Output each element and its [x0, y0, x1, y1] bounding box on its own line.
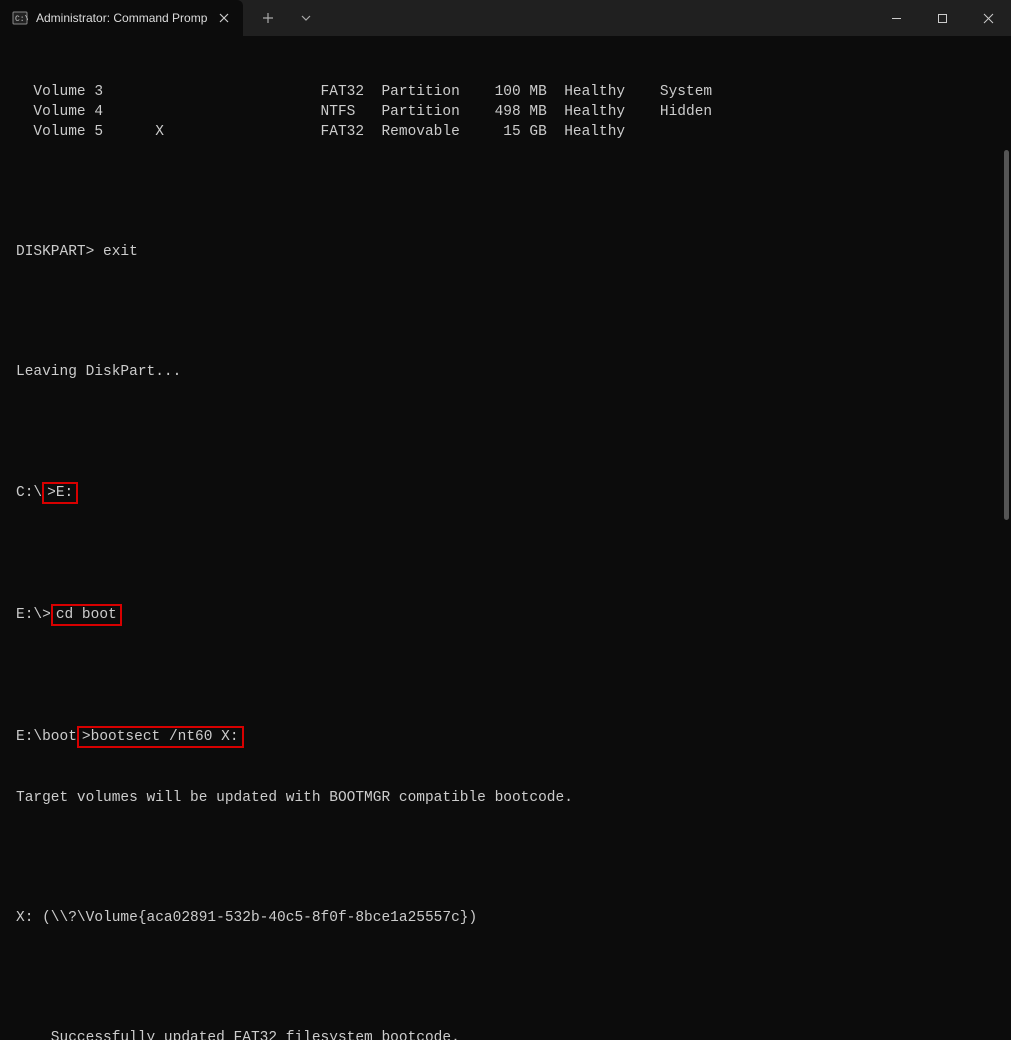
- success-fat32-line: Successfully updated FAT32 filesystem bo…: [16, 1028, 995, 1040]
- titlebar: C:\ Administrator: Command Promp: [0, 0, 1011, 36]
- cmd-icon: C:\: [12, 10, 28, 26]
- leaving-diskpart: Leaving DiskPart...: [16, 362, 995, 382]
- bootsect-line: E:\boot>bootsect /nt60 X:: [16, 726, 995, 748]
- terminal-tab[interactable]: C:\ Administrator: Command Promp: [0, 0, 243, 36]
- maximize-button[interactable]: [919, 0, 965, 36]
- new-tab-button[interactable]: [251, 1, 285, 35]
- volume-guid-line: X: (\\?\Volume{aca02891-532b-40c5-8f0f-8…: [16, 908, 995, 928]
- scrollbar-thumb[interactable]: [1004, 150, 1009, 520]
- diskpart-exit: DISKPART> exit: [16, 242, 995, 262]
- svg-text:C:\: C:\: [15, 15, 28, 24]
- tab-actions: [243, 0, 323, 36]
- volume-row: Volume 4 NTFS Partition 498 MB Healthy H…: [16, 102, 995, 122]
- tab-title: Administrator: Command Promp: [36, 11, 207, 25]
- tab-dropdown-button[interactable]: [289, 1, 323, 35]
- e-prompt-line: E:\>cd boot: [16, 604, 995, 626]
- window-controls: [873, 0, 1011, 36]
- highlight-bootsect: >bootsect /nt60 X:: [77, 726, 244, 748]
- volume-row: Volume 3 FAT32 Partition 100 MB Healthy …: [16, 82, 995, 102]
- c-prompt-line: C:\>E:: [16, 482, 995, 504]
- tab-close-button[interactable]: [215, 9, 233, 27]
- highlight-cd-boot: cd boot: [51, 604, 122, 626]
- highlight-e-drive: >E:: [42, 482, 78, 504]
- target-volumes-line: Target volumes will be updated with BOOT…: [16, 788, 995, 808]
- close-button[interactable]: [965, 0, 1011, 36]
- terminal-output[interactable]: Volume 3 FAT32 Partition 100 MB Healthy …: [0, 36, 1011, 1040]
- volume-row: Volume 5 X FAT32 Removable 15 GB Healthy: [16, 122, 995, 142]
- minimize-button[interactable]: [873, 0, 919, 36]
